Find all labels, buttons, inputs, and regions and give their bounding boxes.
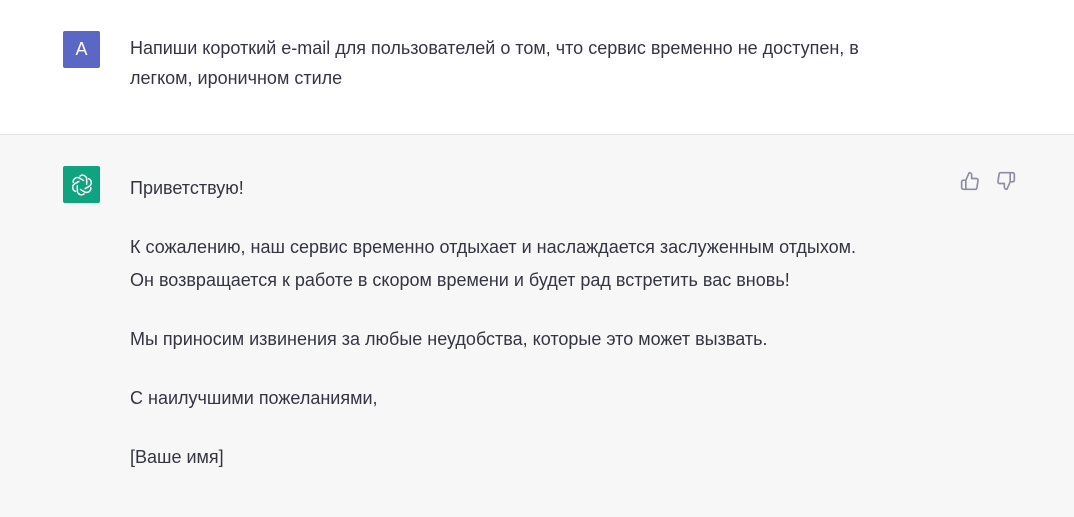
assistant-message-text: Приветствую! К сожалению, наш сервис вре… (130, 172, 950, 474)
user-message-line: Напиши короткий e-mail для пользователей… (130, 38, 859, 58)
user-message: A Напиши короткий e-mail для пользовател… (0, 0, 1074, 135)
closing-text: С наилучшими пожеланиями, (130, 388, 378, 408)
assistant-avatar (63, 166, 100, 203)
like-button[interactable] (958, 169, 982, 193)
user-avatar: A (63, 31, 100, 68)
assistant-message: Приветствую! К сожалению, наш сервис вре… (0, 135, 1074, 517)
signature-text: [Ваше имя] (130, 447, 224, 467)
body-line: К сожалению, наш сервис временно отдыхае… (130, 237, 857, 257)
thumbs-up-icon (960, 171, 979, 191)
dislike-button[interactable] (994, 169, 1018, 193)
greeting-text: Приветствую! (130, 178, 244, 198)
user-message-line: легком, ироничном стиле (130, 68, 343, 88)
body-line: Он возвращается к работе в скором времен… (130, 270, 790, 290)
thumbs-down-icon (997, 171, 1016, 191)
apology-text: Мы приносим извинения за любые неудобств… (130, 329, 768, 349)
user-message-text: Напиши короткий e-mail для пользователей… (130, 33, 960, 93)
openai-logo-icon (71, 173, 92, 196)
